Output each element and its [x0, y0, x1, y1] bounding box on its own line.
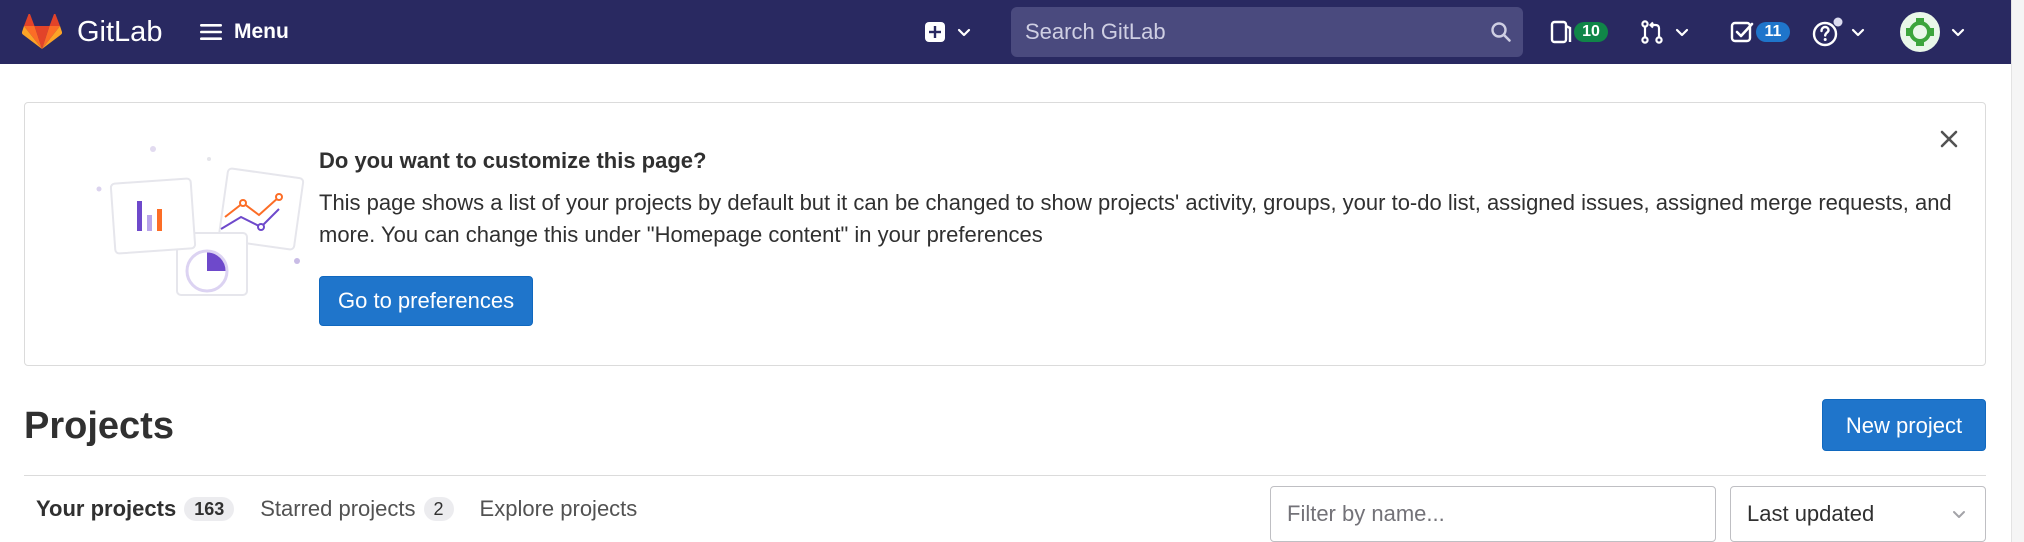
- plus-square-icon: [925, 22, 945, 42]
- tab-starred-projects[interactable]: Starred projects 2: [246, 476, 465, 542]
- merge-request-icon: [1641, 20, 1663, 44]
- tab-label: Explore projects: [479, 496, 638, 521]
- sort-dropdown[interactable]: Last updated: [1730, 486, 1986, 542]
- tab-label: Starred projects: [260, 496, 416, 521]
- top-navbar: GitLab Menu 10: [0, 0, 2012, 64]
- tab-count-badge: 163: [184, 497, 235, 521]
- new-dropdown-button[interactable]: [924, 16, 972, 48]
- callout-title: Do you want to customize this page?: [319, 148, 707, 173]
- chevron-down-icon: [1953, 511, 1965, 518]
- chevron-down-icon: [1851, 28, 1865, 37]
- issues-count-badge: 10: [1574, 22, 1608, 42]
- user-menu-button[interactable]: [1900, 12, 1966, 52]
- menu-button[interactable]: Menu: [200, 14, 289, 50]
- identicon-icon: [1904, 16, 1936, 48]
- todo-check-icon: [1730, 21, 1754, 43]
- page-scrollbar[interactable]: [2011, 0, 2024, 542]
- chevron-down-icon: [1675, 28, 1689, 37]
- avatar: [1900, 12, 1940, 52]
- search-bar[interactable]: [1011, 7, 1523, 57]
- merge-requests-button[interactable]: [1640, 16, 1690, 48]
- chevron-down-icon: [1951, 28, 1965, 37]
- todos-count-badge: 11: [1756, 22, 1790, 42]
- go-to-preferences-button[interactable]: Go to preferences: [319, 276, 534, 326]
- sort-selected-value: Last updated: [1747, 501, 1875, 526]
- gitlab-tanuki-icon[interactable]: [22, 14, 62, 50]
- new-project-button[interactable]: New project: [1822, 399, 1986, 451]
- search-icon: [1491, 22, 1511, 42]
- customize-homepage-callout: Do you want to customize this page? This…: [24, 102, 1986, 366]
- project-tabs: Your projects 163 Starred projects 2 Exp…: [24, 476, 649, 542]
- issues-button[interactable]: 10: [1550, 16, 1608, 48]
- tab-count-badge: 2: [423, 497, 454, 521]
- tab-label: Your projects: [36, 496, 177, 521]
- hamburger-icon: [200, 24, 222, 40]
- close-icon[interactable]: [1939, 129, 1959, 149]
- issues-icon: [1550, 20, 1572, 44]
- search-input[interactable]: [1011, 18, 1479, 46]
- page-title: Projects: [24, 405, 174, 447]
- menu-label: Menu: [234, 20, 289, 43]
- help-circle-icon: [1812, 17, 1843, 47]
- tab-explore-projects[interactable]: Explore projects: [466, 476, 650, 542]
- tab-your-projects[interactable]: Your projects 163: [24, 476, 246, 542]
- todos-button[interactable]: 11: [1730, 16, 1790, 48]
- chevron-down-icon: [957, 28, 971, 37]
- callout-body: This page shows a list of your projects …: [319, 190, 1952, 247]
- customize-illustration: [96, 146, 305, 296]
- brand-name[interactable]: GitLab: [77, 14, 162, 50]
- filter-by-name-input[interactable]: [1270, 486, 1716, 542]
- help-button[interactable]: [1812, 16, 1866, 48]
